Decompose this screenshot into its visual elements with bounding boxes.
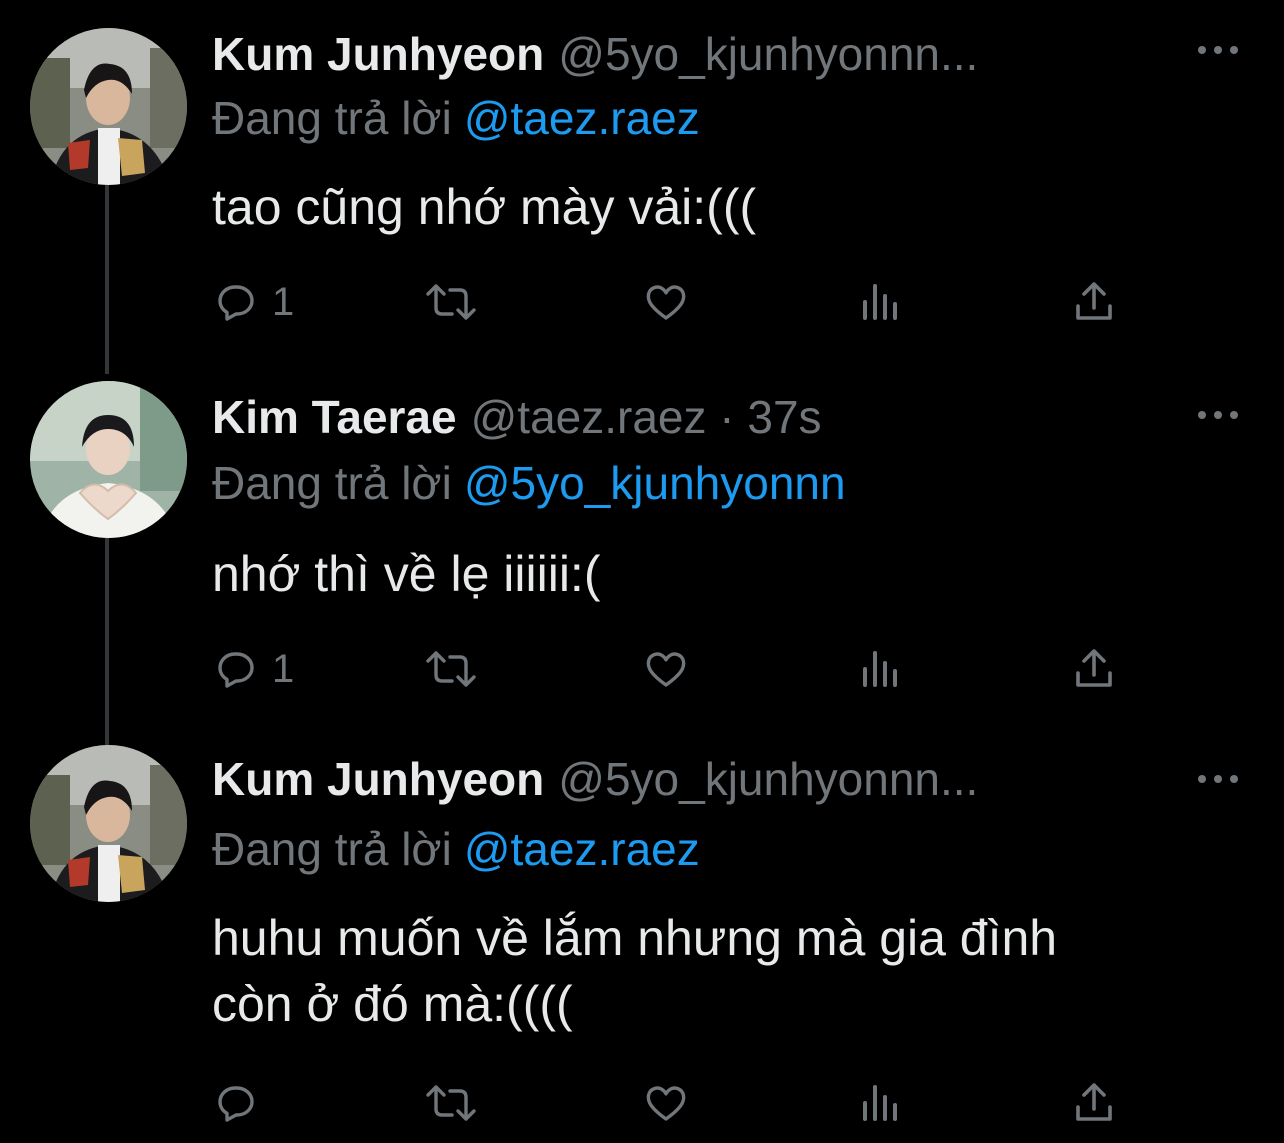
reply-icon — [218, 1086, 254, 1122]
heart-icon — [646, 285, 686, 320]
share-icon — [1076, 282, 1112, 320]
reply-mention-link[interactable]: @taez.raez — [464, 92, 700, 144]
reply-mention-link[interactable]: @taez.raez — [464, 823, 700, 875]
more-icon[interactable] — [1198, 44, 1238, 56]
reply-context: Đang trả lời @5yo_kjunhyonnn — [212, 453, 846, 513]
share-icon — [1076, 649, 1112, 687]
reply-context: Đang trả lời @taez.raez — [212, 819, 700, 879]
avatar-image — [30, 745, 187, 902]
author-name[interactable]: Kim Taerae — [212, 391, 457, 443]
tweet[interactable]: Kim Taerae @taez.raez · 37s Đang trả lời @… — [0, 381, 1284, 701]
tweet-header: Kim Taerae @taez.raez · 37s — [212, 381, 1254, 453]
reply-icon — [218, 285, 254, 321]
action-bar — [212, 1075, 1132, 1131]
avatar-image — [30, 28, 187, 185]
share-icon — [1076, 1083, 1112, 1121]
tweet-text: nhớ thì về lẹ iiiiii:( — [212, 541, 1252, 607]
views-icon — [863, 284, 897, 320]
views-icon — [863, 651, 897, 687]
reply-count: 1 — [272, 647, 295, 691]
tweet-thread: Kum Junhyeon @5yo_kjunhyonnn... Đang trả … — [0, 0, 1284, 1143]
reply-prefix: Đang trả lời — [212, 457, 452, 509]
reply-button[interactable]: 1 — [212, 641, 294, 697]
author-handle[interactable]: @5yo_kjunhyonnn... — [558, 28, 978, 80]
views-icon — [863, 1085, 897, 1121]
reply-icon — [218, 652, 254, 688]
retweet-button[interactable] — [424, 1075, 478, 1131]
action-bar: 1 — [212, 641, 1132, 697]
like-button[interactable] — [642, 1075, 690, 1131]
share-button[interactable] — [1070, 641, 1118, 697]
tweet-text-line: tao cũng nhớ mày vải:((( — [212, 179, 757, 235]
views-button[interactable] — [857, 274, 905, 330]
tweet-text-line: nhớ thì về lẹ iiiiii:( — [212, 546, 601, 602]
author-handle[interactable]: @taez.raez · 37s — [471, 391, 822, 443]
views-button[interactable] — [857, 641, 905, 697]
tweet[interactable]: Kum Junhyeon @5yo_kjunhyonnn... Đang trả … — [0, 18, 1284, 338]
retweet-icon — [426, 651, 476, 687]
author-handle[interactable]: @5yo_kjunhyonnn... — [558, 753, 978, 805]
reply-button[interactable] — [212, 1075, 272, 1131]
reply-prefix: Đang trả lời — [212, 92, 452, 144]
tweet-header: Kum Junhyeon @5yo_kjunhyonnn... — [212, 743, 1254, 815]
reply-mention-link[interactable]: @5yo_kjunhyonnn — [464, 457, 846, 509]
reply-count: 1 — [272, 280, 295, 324]
tweet-text: tao cũng nhớ mày vải:((( — [212, 174, 1252, 240]
avatar[interactable] — [30, 28, 187, 185]
tweet-text-line: huhu muốn về lắm nhưng mà gia đình — [212, 910, 1058, 966]
heart-icon — [646, 652, 686, 687]
author-name[interactable]: Kum Junhyeon — [212, 28, 544, 80]
reply-context: Đang trả lời @taez.raez — [212, 88, 700, 148]
reply-prefix: Đang trả lời — [212, 823, 452, 875]
author-name[interactable]: Kum Junhyeon — [212, 753, 544, 805]
retweet-icon — [426, 284, 476, 320]
avatar[interactable] — [30, 745, 187, 902]
reply-button[interactable]: 1 — [212, 274, 294, 330]
avatar-image — [30, 381, 187, 538]
share-button[interactable] — [1070, 1075, 1118, 1131]
tweet-header: Kum Junhyeon @5yo_kjunhyonnn... — [212, 18, 1254, 90]
retweet-button[interactable] — [424, 274, 478, 330]
avatar[interactable] — [30, 381, 187, 538]
retweet-icon — [426, 1085, 476, 1121]
like-button[interactable] — [642, 641, 690, 697]
tweet-text: huhu muốn về lắm nhưng mà gia đình còn ở… — [212, 905, 1252, 1037]
like-button[interactable] — [642, 274, 690, 330]
retweet-button[interactable] — [424, 641, 478, 697]
more-icon[interactable] — [1198, 409, 1238, 421]
more-icon[interactable] — [1198, 773, 1238, 785]
share-button[interactable] — [1070, 274, 1118, 330]
tweet[interactable]: Kum Junhyeon @5yo_kjunhyonnn... Đang trả … — [0, 743, 1284, 1143]
views-button[interactable] — [857, 1075, 905, 1131]
heart-icon — [646, 1086, 686, 1121]
tweet-text-line: còn ở đó mà:(((( — [212, 976, 573, 1032]
action-bar: 1 — [212, 274, 1132, 330]
